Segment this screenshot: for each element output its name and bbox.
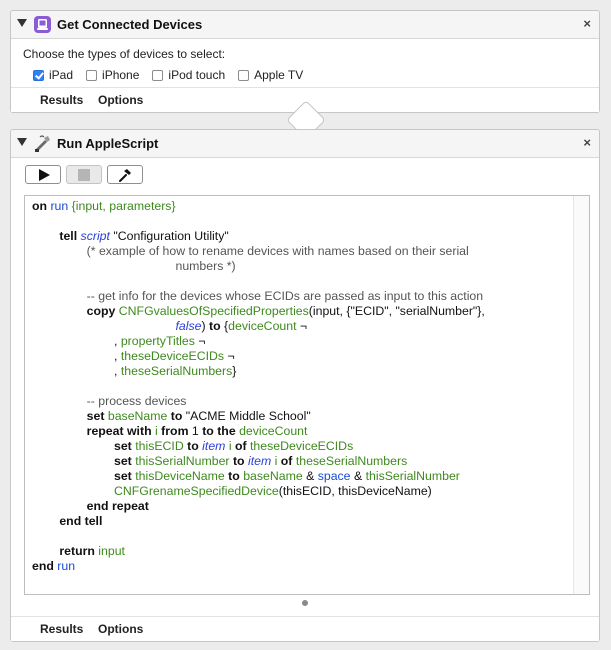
stop-button[interactable] — [66, 165, 102, 184]
var: input — [98, 544, 125, 558]
handler-name: CNFGrenameSpecifiedDevice — [114, 484, 279, 498]
kw-to-the: to the — [202, 424, 236, 438]
var: thisECID — [135, 439, 184, 453]
run-button[interactable] — [25, 165, 61, 184]
var: thisDeviceName — [135, 469, 225, 483]
checkbox-iphone-box[interactable] — [86, 69, 98, 81]
string: "ACME Middle School" — [185, 409, 311, 423]
var: deviceCount — [228, 319, 297, 333]
kw-of: of — [234, 439, 247, 453]
checkbox-iphone[interactable]: iPhone — [86, 68, 139, 82]
compile-button[interactable] — [107, 165, 143, 184]
checkbox-ipod-touch[interactable]: iPod touch — [152, 68, 225, 82]
script-editor-icon — [35, 135, 50, 152]
script-source[interactable]: on run {input, parameters} tell script "… — [32, 199, 485, 574]
action-header[interactable]: Run AppleScript × — [11, 130, 599, 158]
disclosure-triangle-icon[interactable] — [17, 138, 27, 146]
checkbox-ipad-box[interactable] — [33, 69, 44, 81]
params: {input, parameters} — [71, 199, 176, 213]
var: i — [155, 424, 158, 438]
var: thisSerialNumber — [135, 454, 230, 468]
comment: -- process devices — [86, 394, 187, 408]
kw-repeat: repeat with — [86, 424, 152, 438]
hammer-icon — [119, 168, 131, 182]
vertical-scrollbar[interactable] — [573, 196, 589, 594]
get-connected-devices-action: Get Connected Devices × Choose the types… — [10, 10, 600, 113]
kw-run: run — [50, 199, 69, 213]
kw-end-repeat: end repeat — [86, 499, 149, 513]
comment: (* example of how to rename devices with… — [86, 244, 469, 258]
checkbox-label: iPad — [49, 68, 74, 82]
kw-to: to — [209, 319, 221, 333]
checkbox-label: Apple TV — [254, 68, 304, 82]
close-icon[interactable]: × — [583, 16, 591, 31]
kw-end: end — [32, 559, 54, 573]
kw-from: from — [161, 424, 189, 438]
checkbox-label: iPhone — [102, 68, 140, 82]
kw-tell: tell — [59, 229, 78, 243]
close-icon[interactable]: × — [583, 135, 591, 150]
checkbox-apple-tv-box[interactable] — [238, 69, 250, 81]
kw-return: return — [59, 544, 95, 558]
checkbox-label: iPod touch — [168, 68, 226, 82]
kw-copy: copy — [86, 304, 116, 318]
checkbox-ipod-touch-box[interactable] — [152, 69, 164, 81]
kw-space: space — [317, 469, 351, 483]
kw-run: run — [57, 559, 76, 573]
results-tab[interactable]: Results — [40, 622, 83, 636]
var: baseName — [107, 409, 168, 423]
var: theseDeviceECIDs — [120, 349, 225, 363]
action-footer: Results Options — [11, 616, 599, 641]
kw-on: on — [32, 199, 48, 213]
script-editor[interactable]: on run {input, parameters} tell script "… — [24, 195, 590, 595]
stop-icon — [78, 168, 90, 181]
kw-end-tell: end tell — [59, 514, 103, 528]
kw-to: to — [170, 409, 183, 423]
handler-name: CNFGvaluesOfSpecifiedProperties — [118, 304, 309, 318]
resize-grip-icon[interactable] — [302, 600, 308, 606]
args: (thisECID, thisDeviceName) — [278, 484, 432, 498]
comment: numbers *) — [175, 259, 236, 273]
comment: -- get info for the devices whose ECIDs … — [86, 289, 484, 303]
action-title: Run AppleScript — [57, 136, 159, 151]
number: 1 — [191, 424, 199, 438]
app-name: "Configuration Utility" — [113, 229, 229, 243]
kw-script: script — [80, 229, 110, 243]
kw-item: item — [202, 439, 226, 453]
device-type-options: iPad iPhone iPod touch Apple TV — [33, 68, 316, 82]
checkbox-ipad[interactable]: iPad — [33, 68, 73, 82]
var: theseSerialNumbers — [120, 364, 233, 378]
var: propertyTitles — [120, 334, 195, 348]
script-toolbar — [25, 165, 143, 184]
disclosure-triangle-icon[interactable] — [17, 19, 27, 27]
kw-false: false — [175, 319, 202, 333]
action-title: Get Connected Devices — [57, 17, 203, 32]
results-tab[interactable]: Results — [40, 93, 83, 107]
var: deviceCount — [239, 424, 308, 438]
configurator-icon — [34, 16, 51, 33]
kw-set: set — [86, 409, 105, 423]
action-header[interactable]: Get Connected Devices × — [11, 11, 599, 39]
device-types-prompt: Choose the types of devices to select: — [23, 47, 226, 61]
options-tab[interactable]: Options — [98, 622, 143, 636]
run-applescript-action: Run AppleScript × on run {input, paramet… — [10, 129, 600, 642]
args: (input, {"ECID", "serialNumber"}, — [308, 304, 485, 318]
play-icon — [38, 168, 50, 181]
checkbox-apple-tv[interactable]: Apple TV — [238, 68, 303, 82]
options-tab[interactable]: Options — [98, 93, 143, 107]
